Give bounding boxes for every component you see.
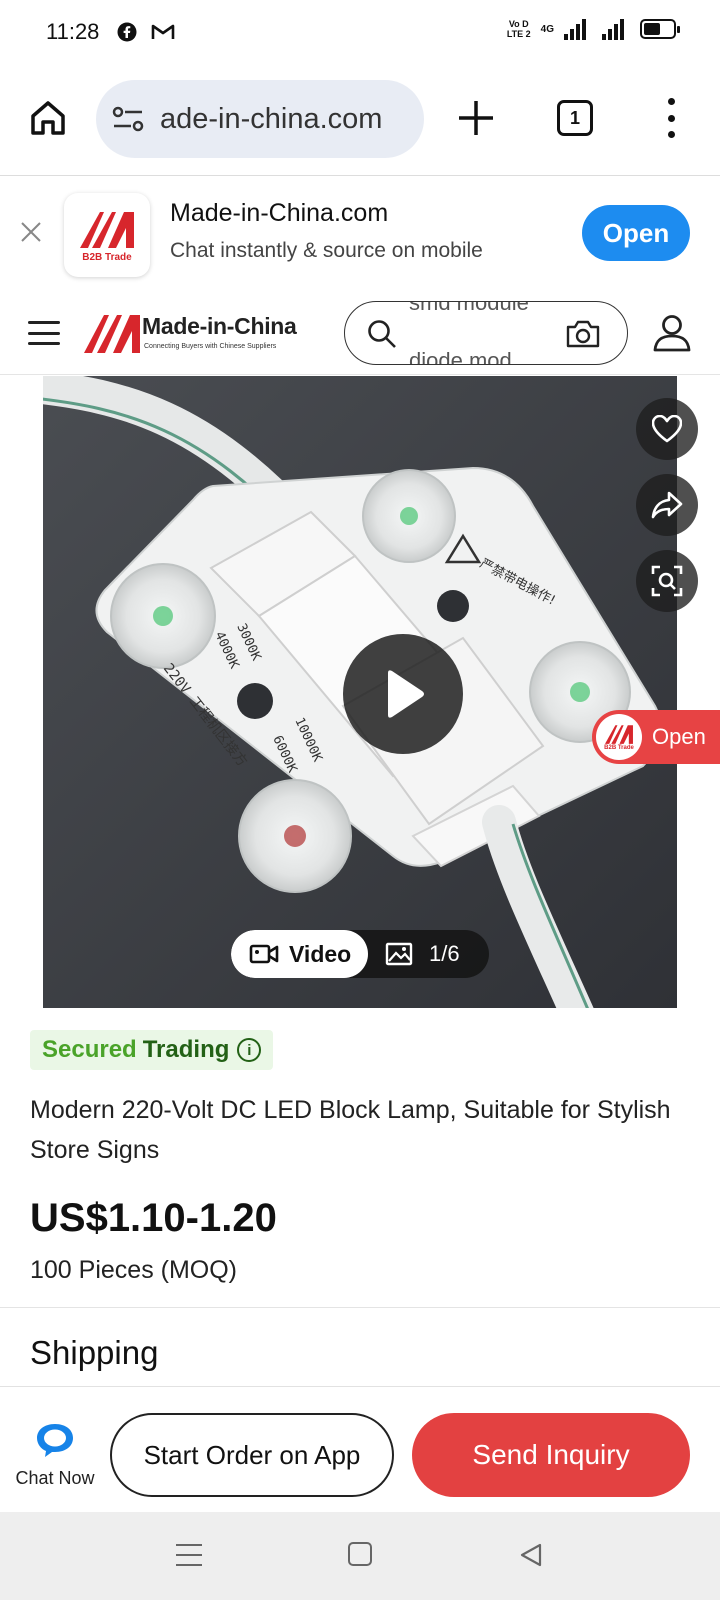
chat-now-label: Chat Now (15, 1468, 95, 1488)
home-icon[interactable] (28, 98, 68, 138)
product-image[interactable]: 严禁带电操作! 3000K 4000K 10000K 6000K 220V 工程… (43, 376, 677, 1008)
status-right-icons: Vo D LTE 2 4G (506, 18, 680, 40)
video-tab-label: Video (289, 940, 352, 967)
share-icon (651, 491, 683, 519)
heart-icon (652, 415, 682, 443)
media-switcher: Video 1/6 (231, 930, 489, 978)
url-text: ade-in-china.com (160, 102, 383, 135)
search-placeholder-next: diode mod (409, 348, 512, 365)
product-title: Modern 220-Volt DC LED Block Lamp, Suita… (30, 1096, 671, 1164)
mic-logo-icon (80, 211, 134, 248)
banner-title: Made-in-China.com (170, 199, 389, 227)
back-icon[interactable] (518, 1542, 544, 1568)
image-icon (385, 942, 413, 966)
site-logo-text: Made-in-China (142, 313, 297, 339)
mic-logo-icon (84, 315, 140, 353)
secured-trading-badge[interactable]: Secured Trading i (30, 1030, 274, 1070)
app-logo: B2B Trade (596, 714, 642, 760)
gmail-icon (152, 24, 175, 39)
secured-label: Secured (42, 1036, 137, 1063)
app-install-banner: B2B Trade Made-in-China.com Chat instant… (0, 177, 720, 291)
mini-logo-label: B2B Trade (604, 745, 634, 751)
menu-icon[interactable] (28, 321, 60, 345)
play-video-button[interactable] (343, 634, 463, 754)
bottom-action-bar: Chat Now Start Order on App Send Inquiry (0, 1386, 720, 1512)
price-range: US$1.10-1.20 (30, 1196, 277, 1240)
user-icon[interactable] (652, 313, 692, 353)
site-logo[interactable]: Made-in-China Connecting Buyers with Chi… (82, 307, 312, 359)
image-search-button[interactable] (636, 550, 698, 612)
floating-open-label: Open (652, 724, 706, 749)
shipping-heading[interactable]: Shipping (30, 1334, 158, 1372)
video-tab[interactable]: Video (231, 930, 368, 978)
notification-icons (117, 22, 175, 42)
site-header: Made-in-China Connecting Buyers with Chi… (0, 291, 720, 375)
info-icon[interactable]: i (237, 1038, 262, 1062)
floating-open-app-button[interactable]: B2B Trade Open (592, 710, 720, 764)
chat-now-button[interactable]: Chat Now (10, 1421, 100, 1489)
search-placeholder-prev: smd module (409, 301, 529, 315)
browser-toolbar: ade-in-china.com 1 (0, 64, 720, 176)
mic-logo-icon (605, 725, 633, 744)
app-logo: B2B Trade (64, 193, 150, 277)
product-gallery[interactable]: 严禁带电操作! 3000K 4000K 10000K 6000K 220V 工程… (0, 376, 720, 1008)
app-logo-label: B2B Trade (82, 251, 132, 263)
video-camera-icon (249, 944, 279, 964)
favorite-button[interactable] (636, 398, 698, 460)
photos-tab[interactable]: 1/6 (385, 930, 460, 978)
open-app-button[interactable]: Open (582, 205, 690, 261)
chat-bubble-icon (37, 1424, 73, 1457)
trading-label: Trading (142, 1036, 230, 1063)
more-menu-icon[interactable] (664, 98, 678, 138)
banner-subtitle: Chat instantly & source on mobile (170, 239, 483, 262)
share-button[interactable] (636, 474, 698, 536)
network-type: 4G (540, 23, 554, 35)
scan-search-icon (651, 565, 683, 597)
volte-icon: Vo D LTE 2 (506, 19, 531, 39)
start-order-button[interactable]: Start Order on App (110, 1413, 394, 1497)
signal-icon-1 (564, 18, 586, 40)
site-logo-tagline: Connecting Buyers with Chinese Suppliers (144, 343, 277, 350)
search-input[interactable]: smd module diode mod (344, 301, 628, 365)
home-nav-icon[interactable] (348, 1542, 372, 1566)
battery-icon (640, 19, 680, 39)
minimum-order-quantity: 100 Pieces (MOQ) (30, 1256, 238, 1284)
search-icon[interactable] (367, 319, 397, 349)
system-navigation-bar (0, 1512, 720, 1600)
signal-icon-2 (602, 18, 624, 40)
address-bar[interactable]: ade-in-china.com (96, 80, 424, 158)
play-icon (388, 670, 424, 718)
tab-switcher-button[interactable]: 1 (557, 100, 593, 136)
camera-icon[interactable] (565, 319, 601, 349)
new-tab-icon[interactable] (455, 97, 497, 139)
send-inquiry-button[interactable]: Send Inquiry (412, 1413, 690, 1497)
facebook-icon (117, 22, 137, 42)
status-bar: 11:28 Vo D LTE 2 4G (0, 0, 720, 64)
recent-apps-icon[interactable] (176, 1544, 202, 1566)
site-settings-icon[interactable] (112, 104, 146, 134)
photo-counter: 1/6 (429, 941, 460, 966)
close-icon[interactable] (20, 221, 42, 243)
status-time: 11:28 (46, 19, 100, 44)
divider (0, 1307, 720, 1308)
